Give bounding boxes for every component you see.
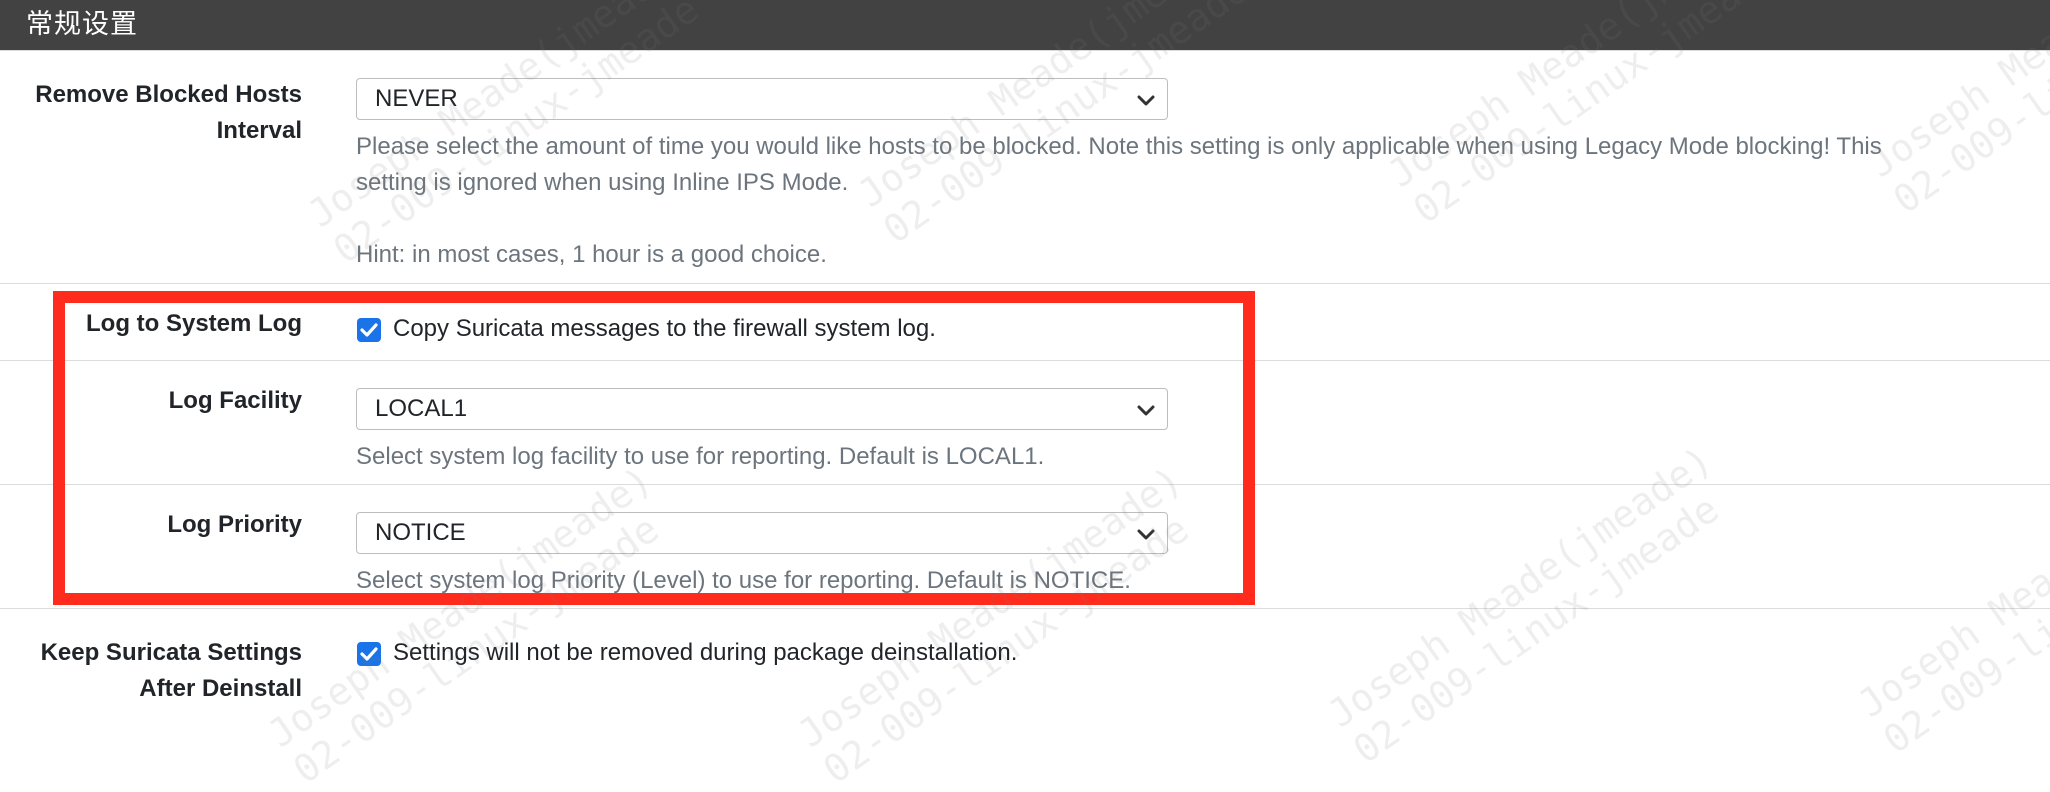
setting-row-keep-settings: Keep Suricata Settings After Deinstall S… bbox=[0, 608, 2050, 716]
chevron-down-icon bbox=[1137, 405, 1155, 416]
checkmark-icon bbox=[360, 647, 378, 661]
remove-blocked-hosts-help: Please select the amount of time you wou… bbox=[356, 129, 2016, 273]
chevron-down-icon bbox=[1137, 529, 1155, 540]
log-facility-label: Log Facility bbox=[168, 387, 302, 414]
remove-blocked-hosts-label-line2: Interval bbox=[216, 117, 302, 144]
log-facility-help: Select system log facility to use for re… bbox=[356, 443, 1045, 470]
log-to-system-log-text: Copy Suricata messages to the firewall s… bbox=[393, 315, 936, 342]
setting-row-log-to-system-log: Log to System Log Copy Suricata messages… bbox=[0, 283, 2050, 360]
log-priority-help: Select system log Priority (Level) to us… bbox=[356, 567, 1131, 594]
log-facility-value: LOCAL1 bbox=[375, 395, 468, 422]
keep-settings-label: Keep Suricata Settings After Deinstall bbox=[41, 635, 302, 707]
log-to-system-log-checkbox[interactable] bbox=[357, 318, 381, 342]
keep-settings-text: Settings will not be removed during pack… bbox=[393, 639, 1018, 666]
remove-blocked-hosts-help-line1: Please select the amount of time you wou… bbox=[356, 133, 1882, 160]
log-priority-select[interactable]: NOTICE bbox=[356, 512, 1168, 554]
keep-settings-label-line2: After Deinstall bbox=[139, 675, 302, 702]
setting-row-log-priority: Log Priority NOTICE Select system log Pr… bbox=[0, 484, 2050, 608]
log-priority-value: NOTICE bbox=[375, 519, 466, 546]
checkmark-icon bbox=[360, 323, 378, 337]
remove-blocked-hosts-select[interactable]: NEVER bbox=[356, 78, 1168, 120]
remove-blocked-hosts-label-line1: Remove Blocked Hosts bbox=[35, 81, 302, 108]
log-priority-label: Log Priority bbox=[167, 511, 302, 538]
log-to-system-log-label: Log to System Log bbox=[86, 310, 302, 337]
remove-blocked-hosts-help-spacer bbox=[356, 201, 2016, 237]
remove-blocked-hosts-hint: Hint: in most cases, 1 hour is a good ch… bbox=[356, 241, 827, 268]
remove-blocked-hosts-label: Remove Blocked Hosts Interval bbox=[35, 77, 302, 149]
remove-blocked-hosts-value: NEVER bbox=[375, 85, 458, 112]
keep-settings-label-line1: Keep Suricata Settings bbox=[40, 639, 302, 666]
log-facility-select[interactable]: LOCAL1 bbox=[356, 388, 1168, 430]
setting-row-remove-blocked-hosts: Remove Blocked Hosts Interval NEVER Plea… bbox=[0, 50, 2050, 283]
setting-row-log-facility: Log Facility LOCAL1 Select system log fa… bbox=[0, 360, 2050, 484]
keep-settings-checkbox[interactable] bbox=[357, 642, 381, 666]
remove-blocked-hosts-help-line2: setting is ignored when using Inline IPS… bbox=[356, 169, 849, 196]
panel-title: 常规设置 bbox=[0, 0, 2050, 50]
chevron-down-icon bbox=[1137, 95, 1155, 106]
